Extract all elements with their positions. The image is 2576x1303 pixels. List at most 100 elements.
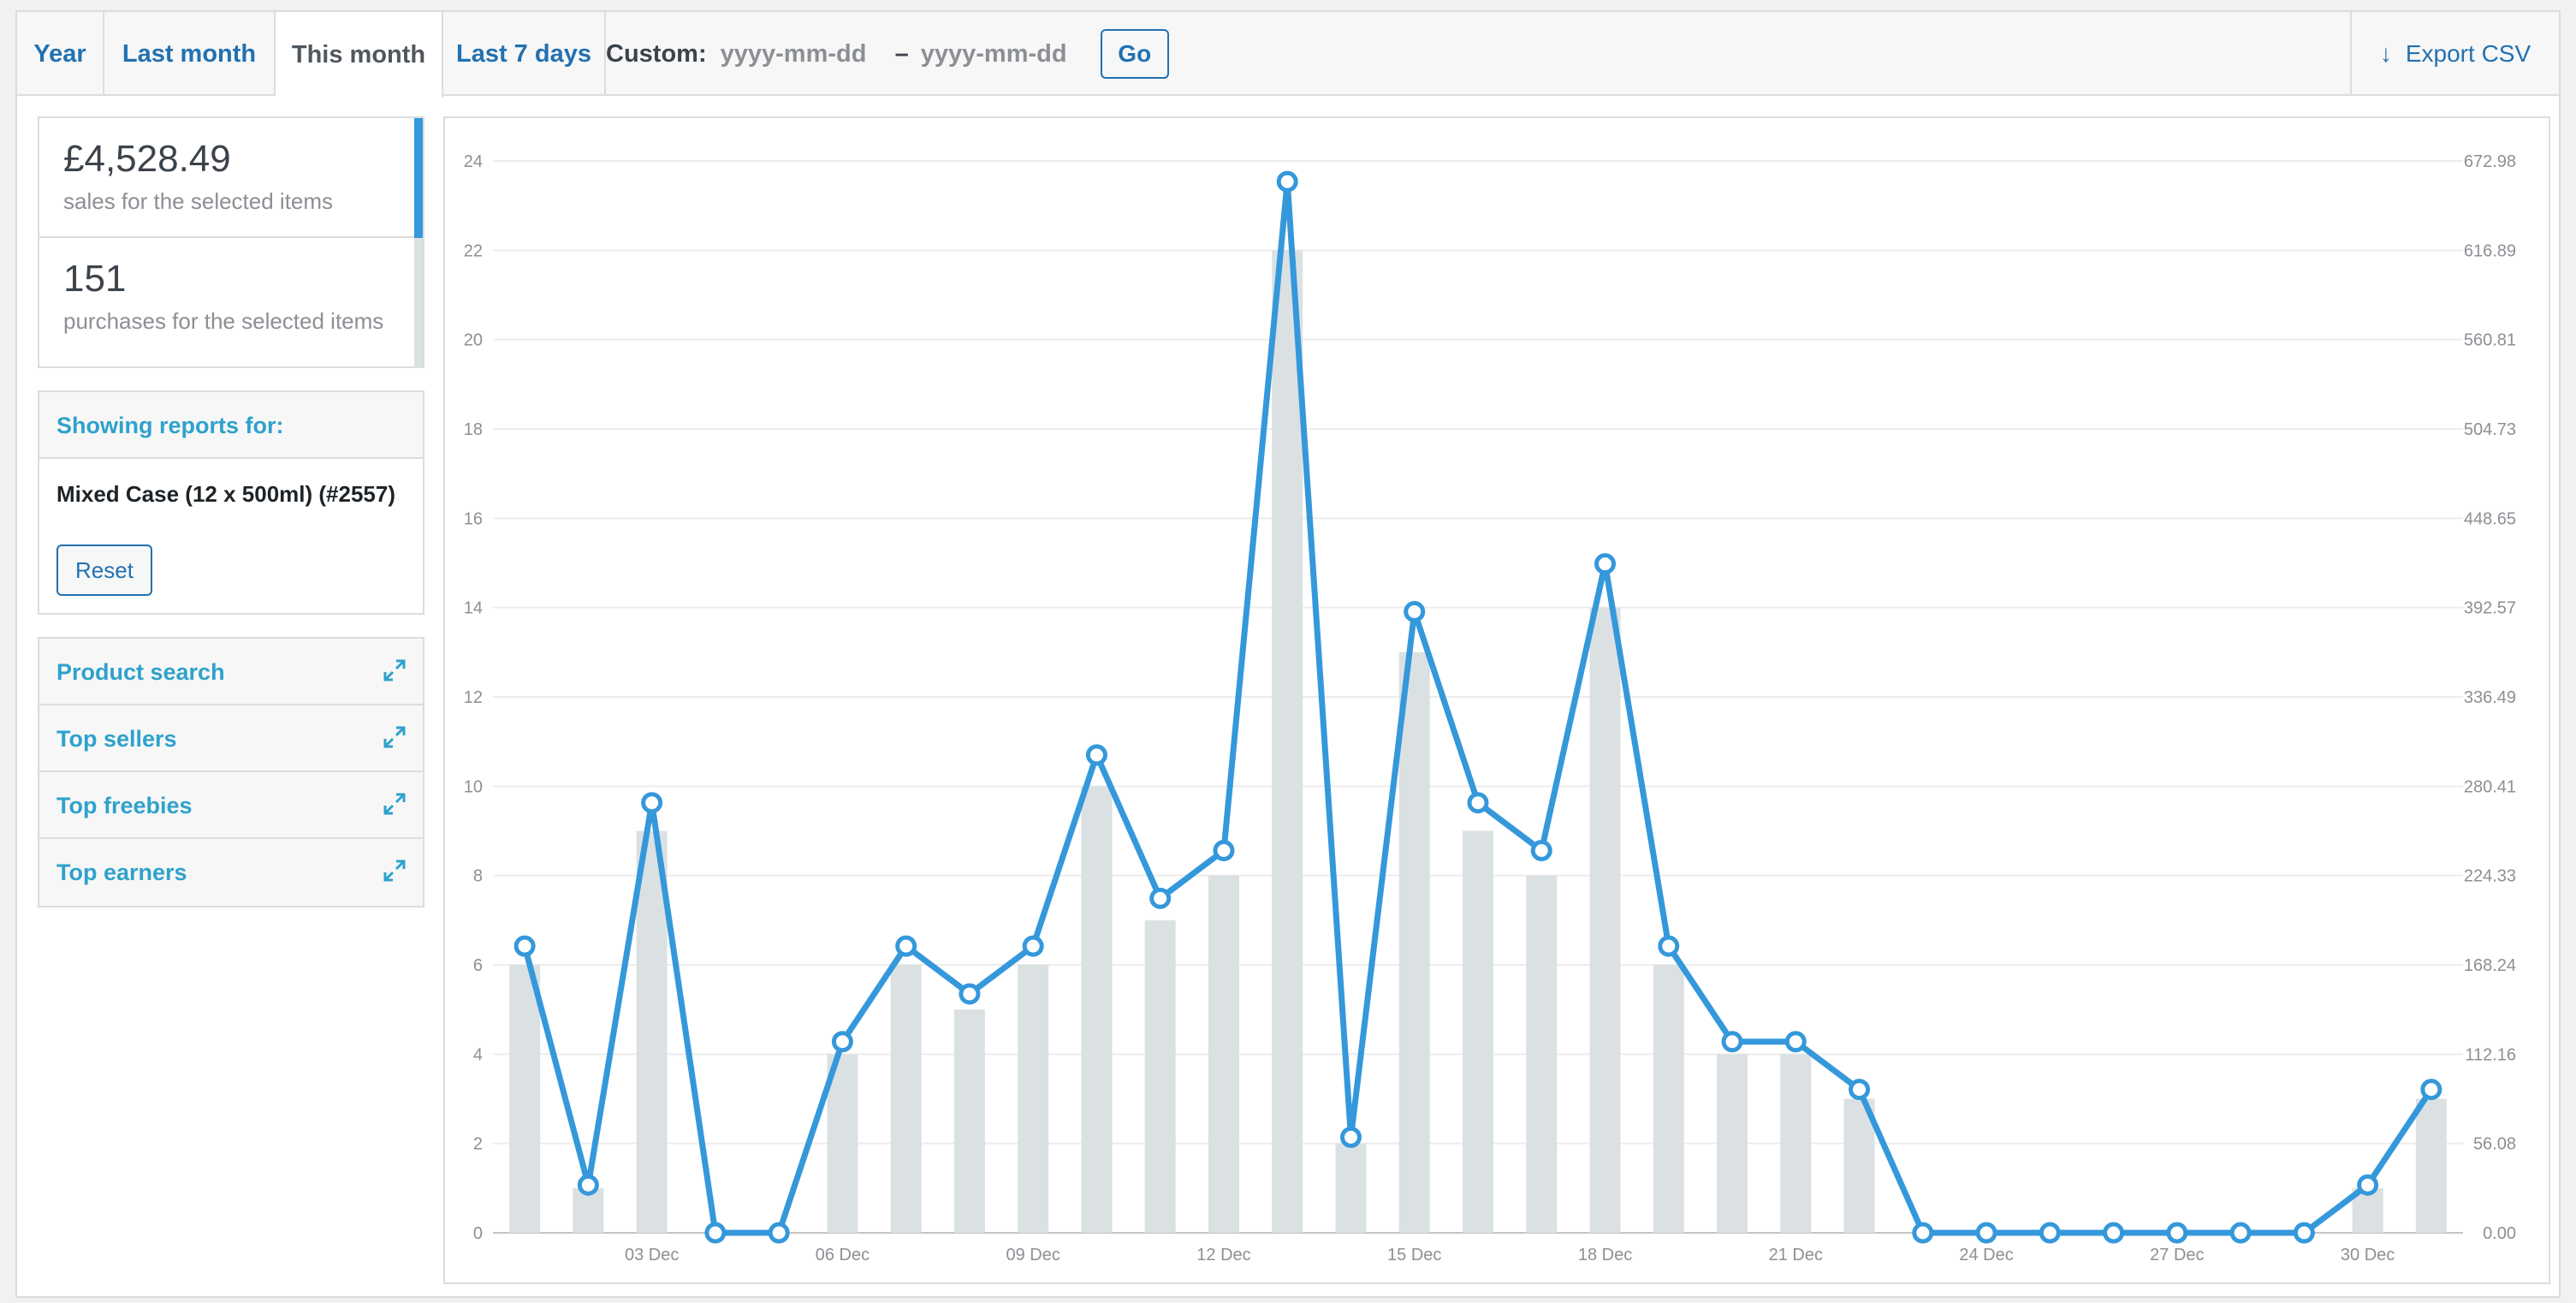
data-point: [1467, 792, 1489, 814]
data-point: [513, 935, 536, 957]
data-point: [1530, 840, 1552, 862]
y-right-tick-label: 504.73: [2464, 420, 2516, 439]
purchases-value: 151: [63, 258, 127, 300]
showing-reports-title: Showing reports for:: [39, 392, 423, 459]
data-point: [1213, 840, 1235, 862]
x-tick-label: 30 Dec: [2341, 1246, 2395, 1264]
x-tick-label: 06 Dec: [816, 1246, 870, 1264]
widget-top-earners[interactable]: Top earners: [39, 839, 423, 906]
bar: [1653, 965, 1684, 1233]
data-point: [2229, 1222, 2252, 1244]
report-panel: Year Last month This month Last 7 days C…: [15, 10, 2561, 1298]
data-point: [1721, 1031, 1743, 1053]
data-point: [2420, 1079, 2442, 1101]
purchases-color-swatch: [414, 238, 423, 368]
data-point: [1339, 1126, 1362, 1148]
bar: [1526, 875, 1558, 1233]
sales-value: £4,528.49: [63, 138, 231, 180]
selected-product: Mixed Case (12 x 500ml) (#2557): [56, 481, 395, 507]
widget-label: Top freebies: [56, 793, 193, 818]
start-date-input[interactable]: [720, 39, 883, 68]
data-point: [704, 1222, 727, 1244]
data-point: [2103, 1222, 2125, 1244]
tab-year[interactable]: Year: [17, 12, 104, 96]
sales-label: sales for the selected items: [63, 188, 334, 214]
data-point: [2039, 1222, 2061, 1244]
y-left-tick-label: 18: [464, 420, 483, 439]
x-tick-label: 12 Dec: [1196, 1246, 1250, 1264]
widget-top-sellers[interactable]: Top sellers: [39, 705, 423, 772]
download-arrow-icon: ↓: [2379, 40, 2392, 67]
y-right-tick-label: 616.89: [2464, 241, 2516, 260]
data-point: [959, 983, 981, 1005]
data-point: [768, 1222, 790, 1244]
purchases-stat[interactable]: 151 purchases for the selected items: [39, 238, 416, 358]
widget-label: Product search: [56, 659, 225, 685]
tab-last-7-days[interactable]: Last 7 days: [443, 12, 606, 96]
data-point: [895, 935, 917, 957]
y-left-tick-label: 2: [473, 1135, 483, 1154]
bar: [1398, 652, 1430, 1233]
data-point: [2357, 1174, 2379, 1196]
bar: [509, 965, 541, 1233]
data-point: [1658, 935, 1680, 957]
data-point: [641, 792, 663, 814]
data-point: [1849, 1079, 1871, 1101]
y-left-tick-label: 20: [464, 331, 483, 350]
bar: [1018, 965, 1049, 1233]
y-left-tick-label: 4: [473, 1045, 483, 1064]
widget-product-search[interactable]: Product search: [39, 639, 423, 705]
data-point: [2166, 1222, 2188, 1244]
x-tick-label: 09 Dec: [1006, 1246, 1060, 1264]
data-point: [577, 1174, 599, 1196]
custom-label: Custom:: [606, 39, 707, 68]
sales-stat[interactable]: £4,528.49 sales for the selected items: [39, 118, 416, 238]
expand-icon[interactable]: [382, 791, 407, 817]
data-point: [1404, 600, 1426, 622]
go-button[interactable]: Go: [1100, 29, 1169, 79]
y-right-tick-label: 336.49: [2464, 688, 2516, 707]
data-point: [2293, 1222, 2315, 1244]
summary-legend: £4,528.49 sales for the selected items 1…: [38, 116, 424, 368]
y-right-tick-label: 224.33: [2464, 867, 2516, 886]
export-csv-label: Export CSV: [2405, 40, 2531, 67]
y-right-tick-label: 280.41: [2464, 777, 2516, 796]
y-left-tick-label: 0: [473, 1224, 483, 1243]
reset-button[interactable]: Reset: [56, 544, 152, 596]
widget-top-freebies[interactable]: Top freebies: [39, 772, 423, 839]
bar: [1272, 250, 1303, 1234]
data-point: [831, 1031, 853, 1053]
x-tick-label: 21 Dec: [1769, 1246, 1823, 1264]
y-right-tick-label: 672.98: [2464, 152, 2516, 171]
x-tick-label: 03 Dec: [625, 1246, 679, 1264]
sales-chart: 0246810121416182022240.0056.08112.16168.…: [464, 152, 2516, 1264]
widget-label: Top earners: [56, 860, 187, 885]
x-tick-label: 18 Dec: [1578, 1246, 1632, 1264]
data-point: [1912, 1222, 1934, 1244]
expand-icon[interactable]: [382, 657, 407, 683]
export-csv-button[interactable]: ↓ Export CSV: [2350, 12, 2559, 96]
sales-color-swatch: [414, 118, 423, 238]
end-date-input[interactable]: [920, 39, 1083, 68]
bar: [953, 1009, 985, 1233]
data-point: [1276, 170, 1298, 193]
data-point: [1594, 553, 1617, 575]
expand-icon[interactable]: [382, 724, 407, 750]
y-left-tick-label: 8: [473, 867, 483, 886]
data-point: [1149, 887, 1172, 909]
bar: [1081, 786, 1113, 1233]
data-point: [1085, 744, 1107, 766]
expand-icon[interactable]: [382, 858, 407, 884]
y-right-tick-label: 112.16: [2465, 1045, 2516, 1064]
tab-this-month[interactable]: This month: [276, 12, 443, 98]
bar: [1144, 919, 1176, 1233]
y-right-tick-label: 392.57: [2464, 599, 2516, 618]
y-right-tick-label: 0.00: [2483, 1224, 2516, 1243]
y-left-tick-label: 16: [464, 509, 483, 528]
tab-last-month[interactable]: Last month: [104, 12, 276, 96]
showing-reports-box: Showing reports for: Mixed Case (12 x 50…: [38, 390, 424, 615]
y-left-tick-label: 12: [464, 688, 483, 707]
y-left-tick-label: 6: [473, 956, 483, 975]
chart-container: 0 2 4 6 8 10 12 14 16 18 20 22 24 0.00 56.08 112.16 168.…: [443, 116, 2550, 1284]
bar: [890, 965, 922, 1233]
